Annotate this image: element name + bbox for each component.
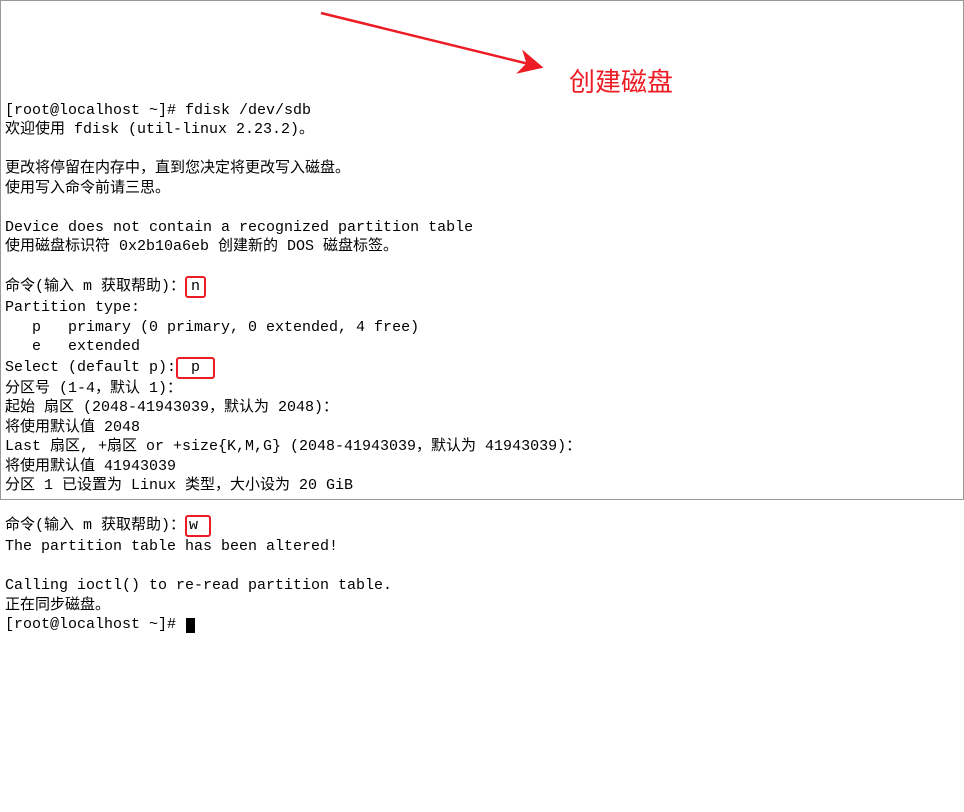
input-p-highlight[interactable]: p [176, 357, 215, 379]
partition-type-hdr: Partition type: [5, 299, 140, 316]
new-dos-label: 使用磁盘标识符 0x2b10a6eb 创建新的 DOS 磁盘标签。 [5, 238, 398, 255]
last-sector: Last 扇区, +扇区 or +size{K,M,G} (2048-41943… [5, 438, 581, 455]
info-persist: 更改将停留在内存中，直到您决定将更改写入磁盘。 [5, 160, 350, 177]
table-altered: The partition table has been altered! [5, 538, 338, 555]
partition-set: 分区 1 已设置为 Linux 类型，大小设为 20 GiB [5, 477, 353, 494]
annotation-label: 创建磁盘 [569, 66, 673, 100]
select-default: Select (default p): [5, 359, 176, 376]
option-extended: e extended [5, 338, 140, 355]
cmd-prompt-2: 命令(输入 m 获取帮助)： [5, 517, 185, 534]
default-41943039: 将使用默认值 41943039 [5, 458, 176, 475]
cmd-prompt-1: 命令(输入 m 获取帮助)： [5, 278, 185, 295]
shell-prompt-line: [root@localhost ~]# fdisk /dev/sdb [5, 102, 311, 119]
terminal-output: [root@localhost ~]# fdisk /dev/sdb 欢迎使用 … [1, 79, 963, 637]
welcome-line: 欢迎使用 fdisk (util-linux 2.23.2)。 [5, 121, 314, 138]
shell-prompt-end: [root@localhost ~]# [5, 616, 185, 633]
first-sector: 起始 扇区 (2048-41943039，默认为 2048)： [5, 399, 338, 416]
input-w-highlight[interactable]: w [185, 515, 211, 537]
no-partition-table: Device does not contain a recognized par… [5, 219, 473, 236]
default-2048: 将使用默认值 2048 [5, 419, 140, 436]
syncing-disks: 正在同步磁盘。 [5, 597, 110, 614]
input-n-highlight[interactable]: n [185, 276, 206, 298]
info-caution: 使用写入命令前请三思。 [5, 180, 170, 197]
ioctl-reread: Calling ioctl() to re-read partition tab… [5, 577, 392, 594]
partition-number: 分区号 (1-4，默认 1)： [5, 380, 182, 397]
option-primary: p primary (0 primary, 0 extended, 4 free… [5, 319, 419, 336]
cursor-icon [186, 618, 195, 633]
